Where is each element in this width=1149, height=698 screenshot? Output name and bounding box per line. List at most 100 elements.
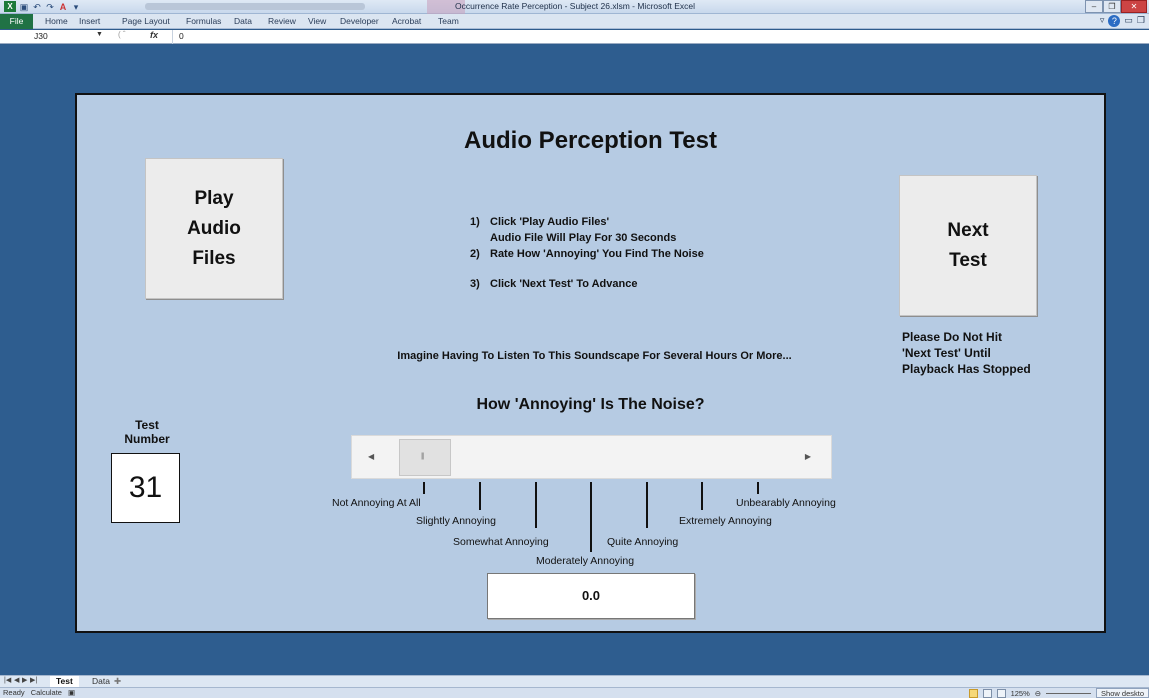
scale-tick — [590, 482, 592, 552]
window-minimize-icon[interactable]: ▭ — [1124, 15, 1133, 27]
step-3-text: Click 'Next Test' To Advance — [490, 278, 638, 290]
scale-label: Not Annoying At All — [332, 497, 421, 509]
status-calculate[interactable]: Calculate — [31, 688, 62, 697]
save-icon[interactable]: ▣ — [19, 2, 29, 12]
tab-acrobat[interactable]: Acrobat — [392, 16, 421, 26]
play-button-line: Files — [192, 247, 236, 269]
warning-line: Please Do Not Hit — [902, 330, 1003, 344]
minimize-button[interactable]: – — [1085, 0, 1103, 13]
scale-label: Somewhat Annoying — [453, 536, 549, 548]
tab-page-layout[interactable]: Page Layout — [122, 16, 170, 26]
formula-buttons-icon[interactable]: ( ˆ — [118, 30, 126, 39]
rating-output: 0.0 — [487, 573, 695, 619]
status-left: Ready Calculate ▣ — [3, 688, 75, 697]
scale-label: Quite Annoying — [607, 536, 679, 548]
sheet-tab-bar: |◀ ◀ ▶ ▶| Test Data ✚ — [0, 675, 1149, 688]
scale-tick — [757, 482, 759, 494]
scale-tick — [535, 482, 537, 528]
scale-label: Moderately Annoying — [536, 555, 635, 567]
tab-home[interactable]: Home — [45, 16, 68, 26]
scale-tick — [423, 482, 425, 494]
status-ready: Ready — [3, 688, 25, 697]
tab-view[interactable]: View — [308, 16, 326, 26]
page-break-view-icon[interactable] — [996, 688, 1006, 698]
step-1-subtext: Audio File Will Play For 30 Seconds — [490, 232, 677, 244]
status-bar: Ready Calculate ▣ 125% ⊖ Show deskto — [0, 687, 1149, 698]
scale-tick — [646, 482, 648, 528]
test-number-value: 31 — [111, 453, 180, 523]
undo-icon[interactable]: ↶ — [32, 2, 42, 12]
tab-developer[interactable]: Developer — [340, 16, 379, 26]
last-sheet-icon[interactable]: ▶| — [30, 676, 37, 684]
page-title: Audio Perception Test — [464, 127, 717, 154]
test-form-panel: Audio Perception Test Play Audio Files N… — [75, 93, 1106, 633]
tab-team[interactable]: Team — [438, 16, 459, 26]
ribbon-right-controls: ▿ ? ▭ ❐ — [1100, 15, 1145, 27]
slider-thumb[interactable]: ||| — [399, 439, 451, 476]
insert-sheet-icon[interactable]: ✚ — [114, 676, 121, 687]
imagine-prompt: Imagine Having To Listen To This Soundsc… — [397, 350, 792, 362]
tab-review[interactable]: Review — [268, 16, 296, 26]
tab-data[interactable]: Data — [234, 16, 252, 26]
play-button-line: Play — [194, 187, 234, 209]
test-label-line: Test — [135, 418, 159, 432]
scale-tick — [701, 482, 703, 510]
quick-access-toolbar: X ▣ ↶ ↷ A ▾ — [4, 1, 81, 12]
scale-tick — [479, 482, 481, 510]
scale-label: Unbearably Annoying — [736, 497, 836, 509]
window-restore-icon[interactable]: ❐ — [1137, 15, 1145, 27]
play-audio-files-button[interactable]: Play Audio Files — [145, 158, 283, 299]
step-number: 1) — [470, 216, 480, 228]
play-button-line: Audio — [187, 217, 241, 239]
step-2-text: Rate How 'Annoying' You Find The Noise — [490, 248, 704, 260]
show-desktop-button[interactable]: Show deskto — [1096, 688, 1149, 698]
insert-function-icon[interactable]: fx — [150, 30, 158, 40]
test-number-label: Test Number — [115, 418, 179, 446]
macro-record-icon[interactable]: ▣ — [68, 688, 75, 697]
formula-input[interactable]: 0 — [179, 31, 184, 41]
close-button[interactable]: ✕ — [1121, 0, 1147, 13]
formula-separator — [172, 30, 173, 44]
normal-view-icon[interactable] — [968, 688, 978, 698]
next-test-button[interactable]: Next Test — [899, 175, 1037, 316]
title-bar: X ▣ ↶ ↷ A ▾ Occurrence Rate Perception -… — [0, 0, 1149, 14]
tab-file[interactable]: File — [0, 14, 33, 29]
page-layout-view-icon[interactable] — [982, 688, 992, 698]
chevron-down-icon[interactable]: ▼ — [96, 31, 103, 38]
formula-bar: J30 ▼ ( ˆ fx 0 — [0, 30, 1149, 44]
excel-icon[interactable]: X — [4, 1, 16, 12]
next-button-line: Next — [947, 219, 989, 241]
ribbon-minimize-icon[interactable]: ▿ — [1100, 15, 1105, 27]
step-number: 3) — [470, 278, 480, 290]
redacted-title-area — [145, 3, 365, 10]
annoyance-slider[interactable]: ◀ ||| ▶ — [351, 435, 832, 479]
help-icon[interactable]: ? — [1108, 15, 1121, 27]
status-right: 125% ⊖ Show deskto — [968, 688, 1149, 698]
tab-insert[interactable]: Insert — [79, 16, 100, 26]
scale-label: Extremely Annoying — [679, 515, 772, 527]
font-color-icon[interactable]: A — [58, 2, 68, 12]
step-1-text: Click 'Play Audio Files' — [490, 216, 610, 228]
zoom-out-icon[interactable]: ⊖ — [1035, 689, 1041, 698]
scroll-right-arrow-icon[interactable]: ▶ — [805, 452, 811, 461]
warning-line: Playback Has Stopped — [902, 362, 1031, 376]
tab-formulas[interactable]: Formulas — [186, 16, 221, 26]
redo-icon[interactable]: ↷ — [45, 2, 55, 12]
scroll-left-arrow-icon[interactable]: ◀ — [368, 452, 374, 461]
next-sheet-icon[interactable]: ▶ — [22, 676, 27, 684]
zoom-level[interactable]: 125% — [1011, 689, 1030, 698]
restore-button[interactable]: ❐ — [1103, 0, 1121, 13]
window-title: Occurrence Rate Perception - Subject 26.… — [455, 1, 695, 11]
test-label-line: Number — [124, 432, 170, 446]
grip-icon: ||| — [421, 453, 425, 460]
prev-sheet-icon[interactable]: ◀ — [14, 676, 19, 684]
window-controls: – ❐ ✕ — [1085, 0, 1147, 13]
next-button-line: Test — [949, 249, 987, 271]
step-number: 2) — [470, 248, 480, 260]
instructions: 1) Click 'Play Audio Files' Audio File Wi… — [470, 214, 704, 292]
worksheet-area: Audio Perception Test Play Audio Files N… — [0, 45, 1149, 675]
zoom-slider[interactable] — [1046, 692, 1092, 694]
customize-icon[interactable]: ▾ — [71, 2, 81, 12]
first-sheet-icon[interactable]: |◀ — [4, 676, 11, 684]
ribbon-tabs: File Home Insert Page Layout Formulas Da… — [0, 14, 1149, 29]
